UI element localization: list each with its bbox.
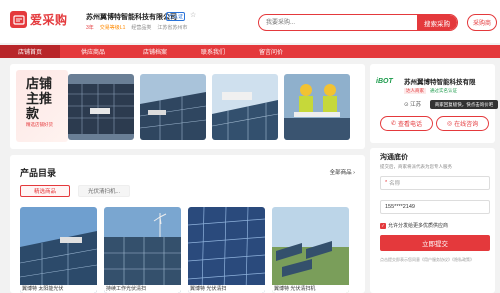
agreement-text: 点击提交即表示您同意《用户服务协议》《隐私政策》 <box>380 257 474 262</box>
site-header: 爱采购 苏州翼博特智能科技有限公司 已认证 ☆ 3年 交易等级L1 经营品类 江… <box>0 0 500 43</box>
product-card[interactable]: 翼博特 太阳能光伏 <box>20 207 97 293</box>
featured-title: 店铺主推款 <box>26 76 53 121</box>
supplier-logo: iBOT <box>376 78 393 85</box>
location-text: 江苏省苏州市 <box>157 25 188 31</box>
nav-item-message[interactable]: 留言问价 <box>246 45 296 58</box>
cert-badge: 通过实名认证 <box>430 88 457 93</box>
years-badge: 3年 <box>86 25 94 31</box>
name-placeholder: 名称 <box>389 181 401 187</box>
products-badge: 经营品类 <box>131 25 152 31</box>
nav-item-products[interactable]: 供应商品 <box>68 45 118 58</box>
logo-text: 爱采购 <box>30 13 68 27</box>
shop-nav: 店铺首页 供应商品 店铺档案 联系我们 留言问价 <box>0 45 500 58</box>
product-card[interactable]: 持续工作光伏清扫 <box>104 207 181 293</box>
search-box: 搜索采购 <box>258 14 458 31</box>
supplier-name[interactable]: 苏州翼博特智能科技有限 <box>404 76 476 86</box>
supplier-location: ⊙ 江苏 <box>404 100 421 108</box>
distribute-label: 允许分发给更多优质供应商 <box>388 223 449 229</box>
company-name: 苏州翼博特智能科技有限公司 <box>86 14 177 21</box>
featured-title-block: 店铺主推款 精选店铺好货 <box>16 70 68 142</box>
checkmark-icon: ✓ <box>380 222 386 229</box>
product-card[interactable]: 翼博特 光伏清扫 <box>188 207 265 293</box>
tab-featured[interactable]: 精选商品 <box>20 185 70 197</box>
product-caption: 翼博特 光伏清扫 <box>188 285 265 293</box>
phone-icon: ✆ <box>390 121 396 127</box>
inquiry-form: 沟通底价 提交后，商家将派代表为您专人服务 * 名称 155****2149 ✓ … <box>370 148 495 293</box>
featured-subtitle: 精选店铺好货 <box>26 122 53 127</box>
product-caption: 持续工作光伏清扫 <box>104 285 181 293</box>
distribute-checkbox[interactable]: ✓ 允许分发给更多优质供应商 <box>380 222 448 229</box>
featured-product-image[interactable] <box>284 74 350 140</box>
all-products-link[interactable]: 全部商品 › <box>330 168 355 176</box>
featured-product-image[interactable] <box>68 74 134 140</box>
verified-badge: 已认证 <box>166 12 186 21</box>
required-mark: * <box>385 180 388 186</box>
star-icon[interactable]: ☆ <box>190 11 196 19</box>
logo-icon <box>10 11 27 28</box>
product-caption: 翼博特 光伏清扫机 <box>272 285 349 293</box>
online-consult-label: 在线咨询 <box>454 122 479 128</box>
featured-product-image[interactable] <box>212 74 278 140</box>
supplier-location-text: 江苏 <box>410 102 422 108</box>
catalog-title: 产品目录 <box>20 168 57 178</box>
purchase-button[interactable]: 采购商 <box>467 14 497 31</box>
nav-item-contact[interactable]: 联系我们 <box>188 45 238 58</box>
location-pin-icon: ⊙ <box>404 102 409 108</box>
nav-item-home[interactable]: 店铺首页 <box>0 45 60 58</box>
name-field[interactable]: * 名称 <box>380 176 490 190</box>
search-button[interactable]: 搜索采购 <box>417 15 457 30</box>
inquiry-subtitle: 提交后，商家将派代表为您专人服务 <box>380 164 452 169</box>
company-meta: 3年 交易等级L1 经营品类 江苏省苏州市 <box>86 24 187 31</box>
submit-button[interactable]: 立即提交 <box>380 235 490 251</box>
inquiry-title: 沟通底价 <box>380 154 408 161</box>
featured-banner: 店铺主推款 精选店铺好货 <box>10 64 365 149</box>
member-badge: 达人商家 <box>404 88 426 94</box>
phone-field[interactable]: 155****2149 <box>380 200 490 214</box>
chat-icon: ◎ <box>446 121 453 127</box>
nav-item-archive[interactable]: 店铺档案 <box>130 45 180 58</box>
reply-tooltip: 商家回复极快，快点击询价吧 <box>430 100 498 109</box>
view-phone-button[interactable]: ✆ 查看电话 <box>380 116 433 131</box>
phone-value: 155****2149 <box>385 204 415 210</box>
tab-pv-cleaner[interactable]: 光伏清扫机... <box>78 185 130 197</box>
level-badge: 交易等级L1 <box>99 25 126 31</box>
featured-product-image[interactable] <box>140 74 206 140</box>
product-card[interactable]: 翼博特 光伏清扫机 <box>272 207 349 293</box>
view-phone-label: 查看电话 <box>398 122 423 128</box>
site-logo[interactable]: 爱采购 <box>10 11 68 28</box>
search-input[interactable] <box>259 15 419 30</box>
product-catalog: 产品目录 全部商品 › 精选商品 光伏清扫机... 翼博特 太阳能光伏 持续工作… <box>10 155 365 293</box>
product-caption: 翼博特 太阳能光伏 <box>20 285 97 293</box>
online-consult-button[interactable]: ◎ 在线咨询 <box>436 116 489 131</box>
